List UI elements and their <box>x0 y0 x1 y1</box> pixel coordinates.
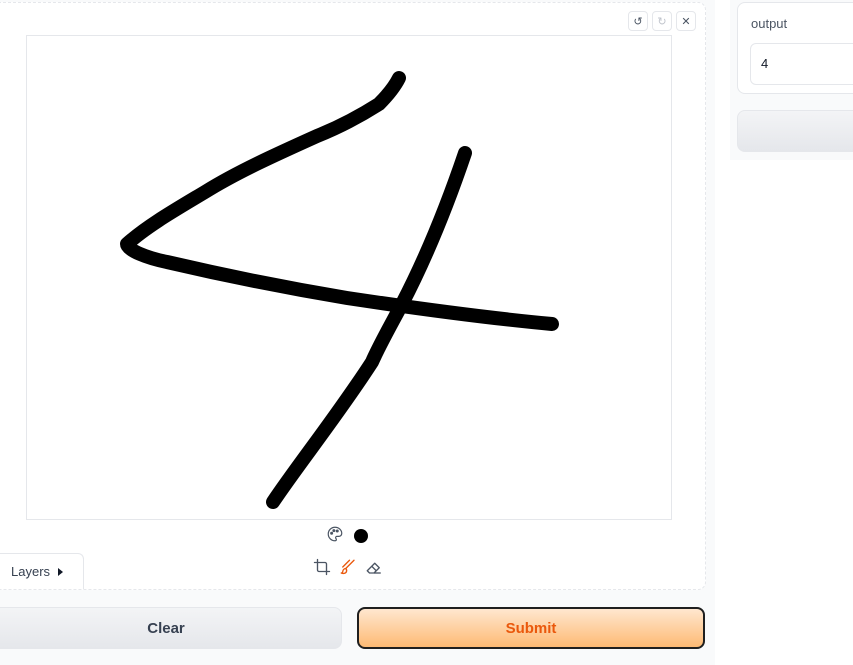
brush-icon[interactable] <box>339 558 357 581</box>
color-controls <box>326 526 368 546</box>
undo-button[interactable]: ↺ <box>628 11 648 31</box>
drawing-tools <box>313 558 383 581</box>
output-panel: output 4 <box>737 2 853 94</box>
layers-toggle[interactable]: Layers <box>0 553 84 589</box>
caret-right-icon <box>58 567 64 576</box>
output-label: output <box>751 16 788 31</box>
stroke-digit-lower <box>266 146 472 509</box>
flag-button[interactable] <box>737 110 853 152</box>
crop-icon[interactable] <box>313 558 331 581</box>
redo-icon: ↻ <box>657 14 667 28</box>
layers-label: Layers <box>11 564 51 579</box>
close-icon: ✕ <box>681 14 691 28</box>
palette-icon[interactable] <box>326 525 344 548</box>
eraser-icon[interactable] <box>365 558 383 581</box>
stroke-digit-upper <box>120 71 559 331</box>
submit-button[interactable]: Submit <box>357 607 705 649</box>
clear-button[interactable]: Clear <box>0 607 342 649</box>
brush-color-swatch[interactable] <box>354 529 368 543</box>
undo-icon: ↺ <box>633 14 643 28</box>
output-textbox[interactable]: 4 <box>750 43 853 85</box>
redo-button[interactable]: ↻ <box>652 11 672 31</box>
clear-canvas-button[interactable]: ✕ <box>676 11 696 31</box>
drawing-canvas[interactable] <box>26 35 672 520</box>
sketch-strokes <box>120 71 559 509</box>
